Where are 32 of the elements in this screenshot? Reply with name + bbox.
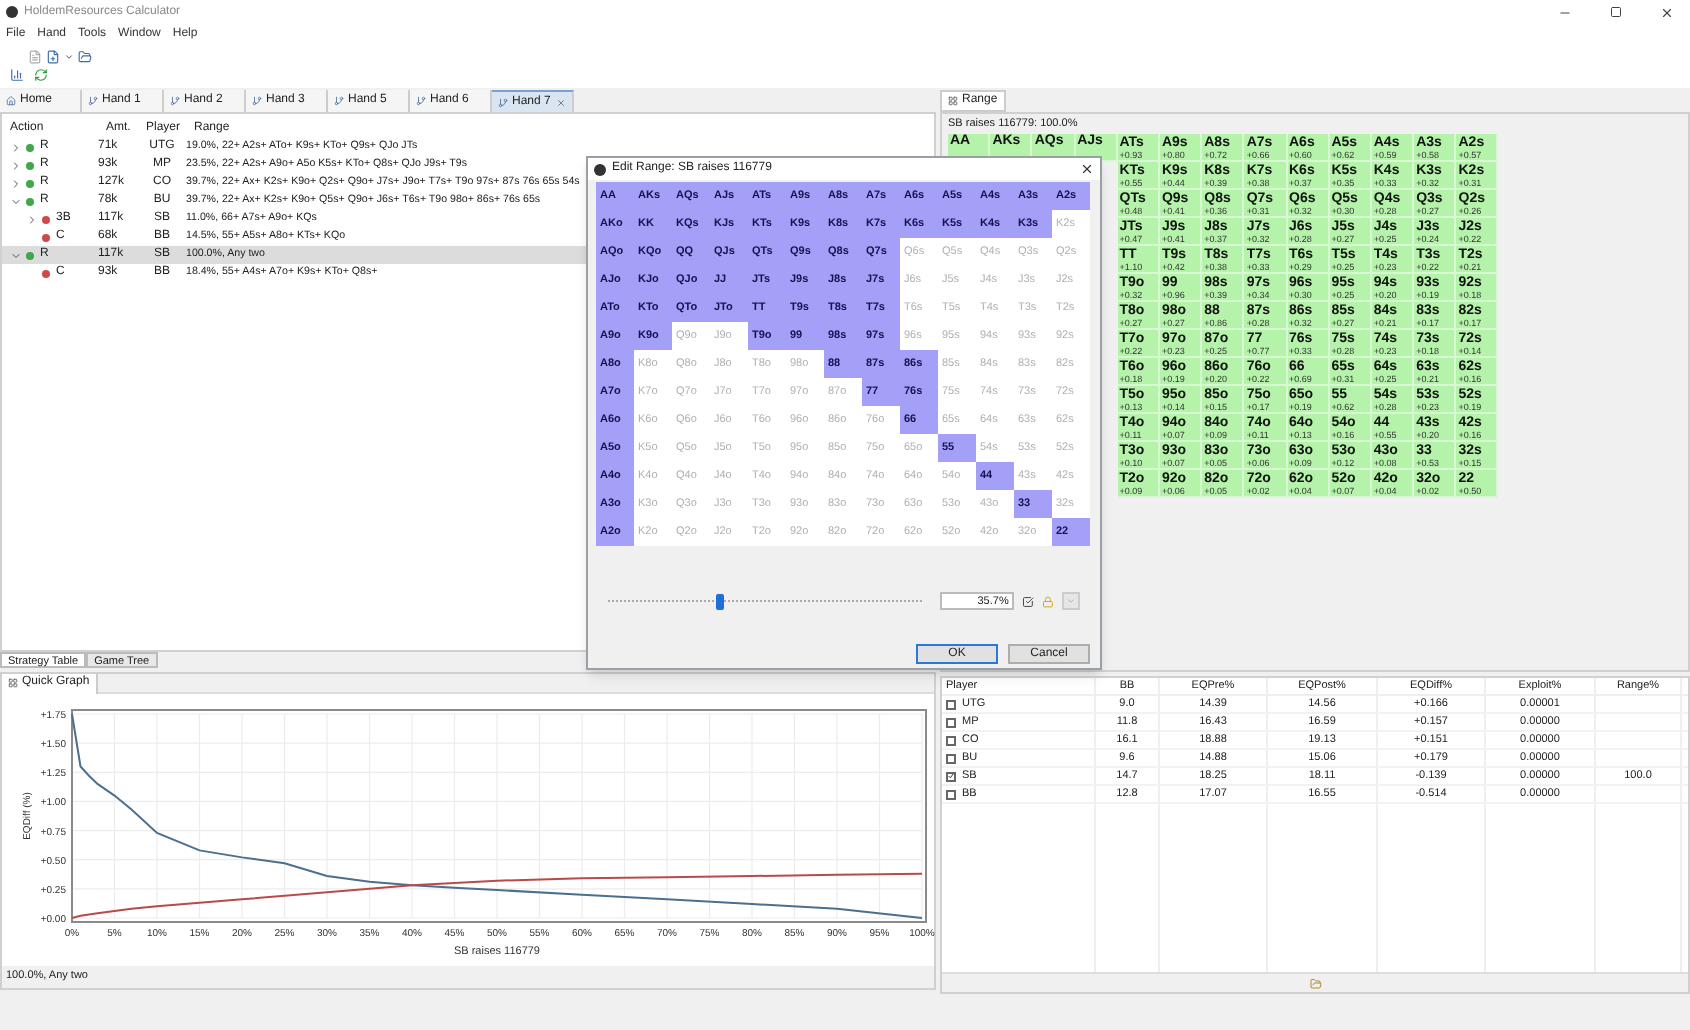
- checkbox[interactable]: [946, 699, 956, 709]
- home-icon: [6, 96, 16, 106]
- chart-icon[interactable]: [10, 68, 24, 82]
- checkbox[interactable]: [946, 735, 956, 745]
- checkbox[interactable]: [946, 771, 956, 781]
- checkbox-icon[interactable]: [1022, 595, 1035, 607]
- app-icon: [6, 6, 18, 18]
- range-slider[interactable]: [608, 593, 922, 609]
- refresh-icon[interactable]: [34, 68, 48, 82]
- new-file-icon[interactable]: [46, 50, 60, 64]
- caret-icon[interactable]: [64, 52, 74, 62]
- app-icon: [594, 163, 606, 175]
- checkbox[interactable]: [946, 717, 956, 727]
- checkbox[interactable]: [946, 789, 956, 799]
- folder-icon[interactable]: [78, 50, 92, 64]
- caret-icon: [1066, 596, 1077, 606]
- close-icon[interactable]: [1660, 5, 1674, 19]
- close-icon[interactable]: [1080, 162, 1094, 176]
- branch-icon: [498, 97, 508, 107]
- maximize-icon[interactable]: [1610, 6, 1622, 18]
- branch-icon: [334, 96, 344, 106]
- branch-icon: [252, 96, 262, 106]
- branch-icon: [416, 96, 426, 106]
- document-icon[interactable]: [28, 50, 42, 64]
- branch-icon: [88, 96, 98, 106]
- graph-icon: [8, 678, 18, 688]
- slider-thumb[interactable]: [716, 593, 725, 609]
- branch-icon: [170, 96, 180, 106]
- grid-icon: [948, 96, 958, 106]
- folder-icon[interactable]: [1309, 977, 1321, 989]
- check-icon: [948, 772, 954, 780]
- checkbox[interactable]: [946, 753, 956, 763]
